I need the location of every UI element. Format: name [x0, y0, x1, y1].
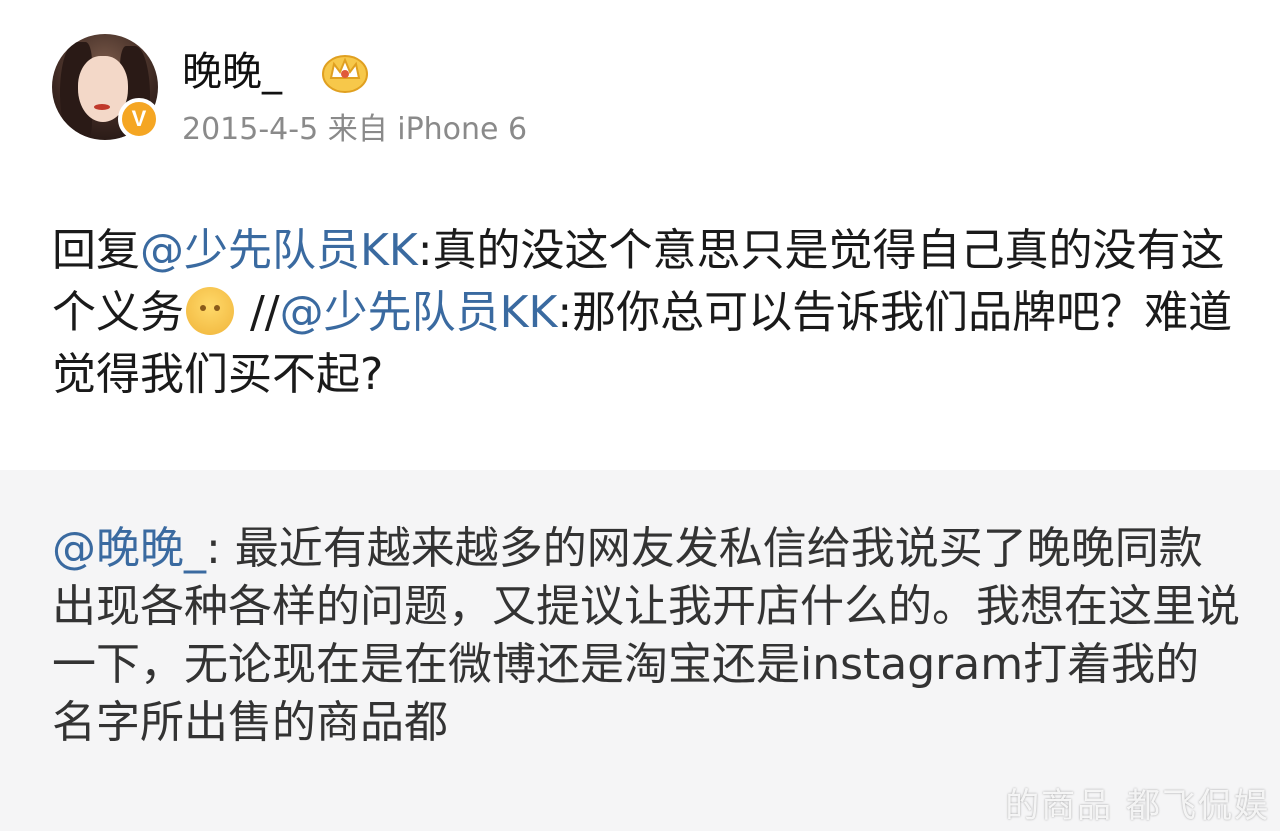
watermark: 的商品 都飞侃娱 — [1005, 786, 1270, 826]
mention-link[interactable]: @少先队员KK — [280, 287, 558, 338]
mention-link[interactable]: @少先队员KK — [140, 225, 418, 276]
sad-face-emoji-icon — [186, 287, 234, 335]
crown-vip-icon — [322, 55, 368, 93]
reply-prefix: 回复 — [52, 225, 140, 276]
post-body: 回复@少先队员KK:真的没这个意思只是觉得自己真的没有这个义务 //@少先队员K… — [52, 220, 1242, 406]
quoted-text: : 最近有越来越多的网友发私信给我说买了晚晚同款出现各种各样的问题，又提议让我开… — [52, 523, 1240, 748]
verified-badge-icon: V — [118, 98, 160, 140]
username[interactable]: 晚晚_ — [182, 48, 282, 96]
mention-link[interactable]: @晚晚_ — [52, 523, 206, 574]
repost-separator: // — [236, 287, 280, 338]
avatar[interactable]: V — [52, 34, 160, 140]
post-meta: 2015-4-5 来自 iPhone 6 — [182, 112, 528, 147]
quoted-post-body: @晚晚_: 最近有越来越多的网友发私信给我说买了晚晚同款出现各种各样的问题，又提… — [52, 520, 1242, 752]
